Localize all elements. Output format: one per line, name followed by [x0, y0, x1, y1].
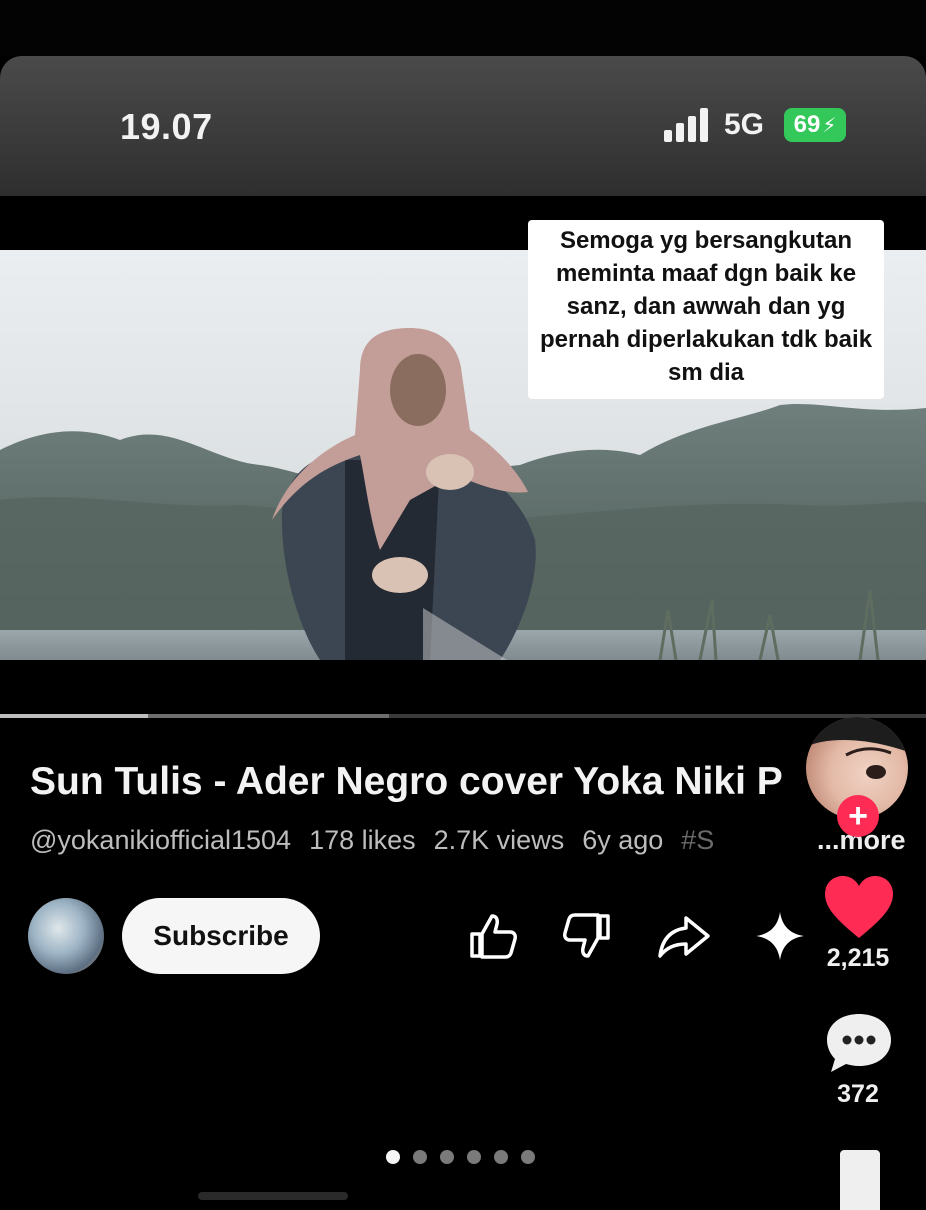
- play-icon[interactable]: [415, 602, 515, 660]
- heart-icon[interactable]: [823, 874, 895, 940]
- carousel-dot[interactable]: [440, 1150, 454, 1164]
- hashtag[interactable]: #S: [681, 825, 714, 855]
- comment-icon[interactable]: [823, 1010, 895, 1076]
- video-title[interactable]: Sun Tulis - Ader Negro cover Yoka Niki P: [30, 760, 783, 804]
- comment-count: 372: [837, 1080, 879, 1108]
- heart-count: 2,215: [826, 944, 890, 972]
- signal-icon: [664, 108, 708, 142]
- subscribe-button[interactable]: Subscribe: [122, 898, 320, 974]
- video-player[interactable]: Semoga yg bersangkutan meminta maaf dgn …: [0, 196, 926, 720]
- battery-icon: 69 ⚡: [784, 108, 846, 142]
- status-bar: 19.07 5G 69 ⚡: [0, 56, 926, 196]
- like-count-text: 178 likes: [309, 825, 416, 855]
- played-bar: [0, 714, 149, 718]
- video-meta: @yokanikiofficial1504 178 likes 2.7K views…: [30, 825, 906, 856]
- channel-handle[interactable]: @yokanikiofficial1504: [30, 825, 291, 855]
- upload-age: 6y ago: [582, 825, 664, 855]
- home-indicator: [198, 1192, 348, 1200]
- network-type: 5G: [724, 108, 765, 141]
- carousel-dots: [386, 1150, 535, 1166]
- carousel-dot[interactable]: [413, 1150, 427, 1164]
- carousel-dot[interactable]: [494, 1150, 508, 1164]
- battery-level: 69: [793, 111, 821, 138]
- video-progress-bar[interactable]: [0, 714, 926, 718]
- bookmark-icon[interactable]: [836, 1150, 884, 1210]
- carousel-dot[interactable]: [386, 1150, 400, 1164]
- share-icon[interactable]: [656, 908, 712, 964]
- thumbs-up-icon[interactable]: [464, 908, 520, 964]
- follow-button[interactable]: +: [837, 795, 879, 837]
- channel-avatar[interactable]: [28, 898, 104, 974]
- charging-bolt-icon: ⚡: [822, 114, 837, 137]
- top-black-band: [0, 0, 926, 56]
- video-caption: Semoga yg bersangkutan meminta maaf dgn …: [528, 220, 884, 399]
- carousel-dot[interactable]: [467, 1150, 481, 1164]
- sparkle-icon[interactable]: [752, 908, 808, 964]
- status-time: 19.07: [120, 106, 213, 147]
- view-count-text: 2.7K views: [433, 825, 565, 855]
- thumbs-down-icon[interactable]: [560, 908, 616, 964]
- carousel-dot[interactable]: [521, 1150, 535, 1164]
